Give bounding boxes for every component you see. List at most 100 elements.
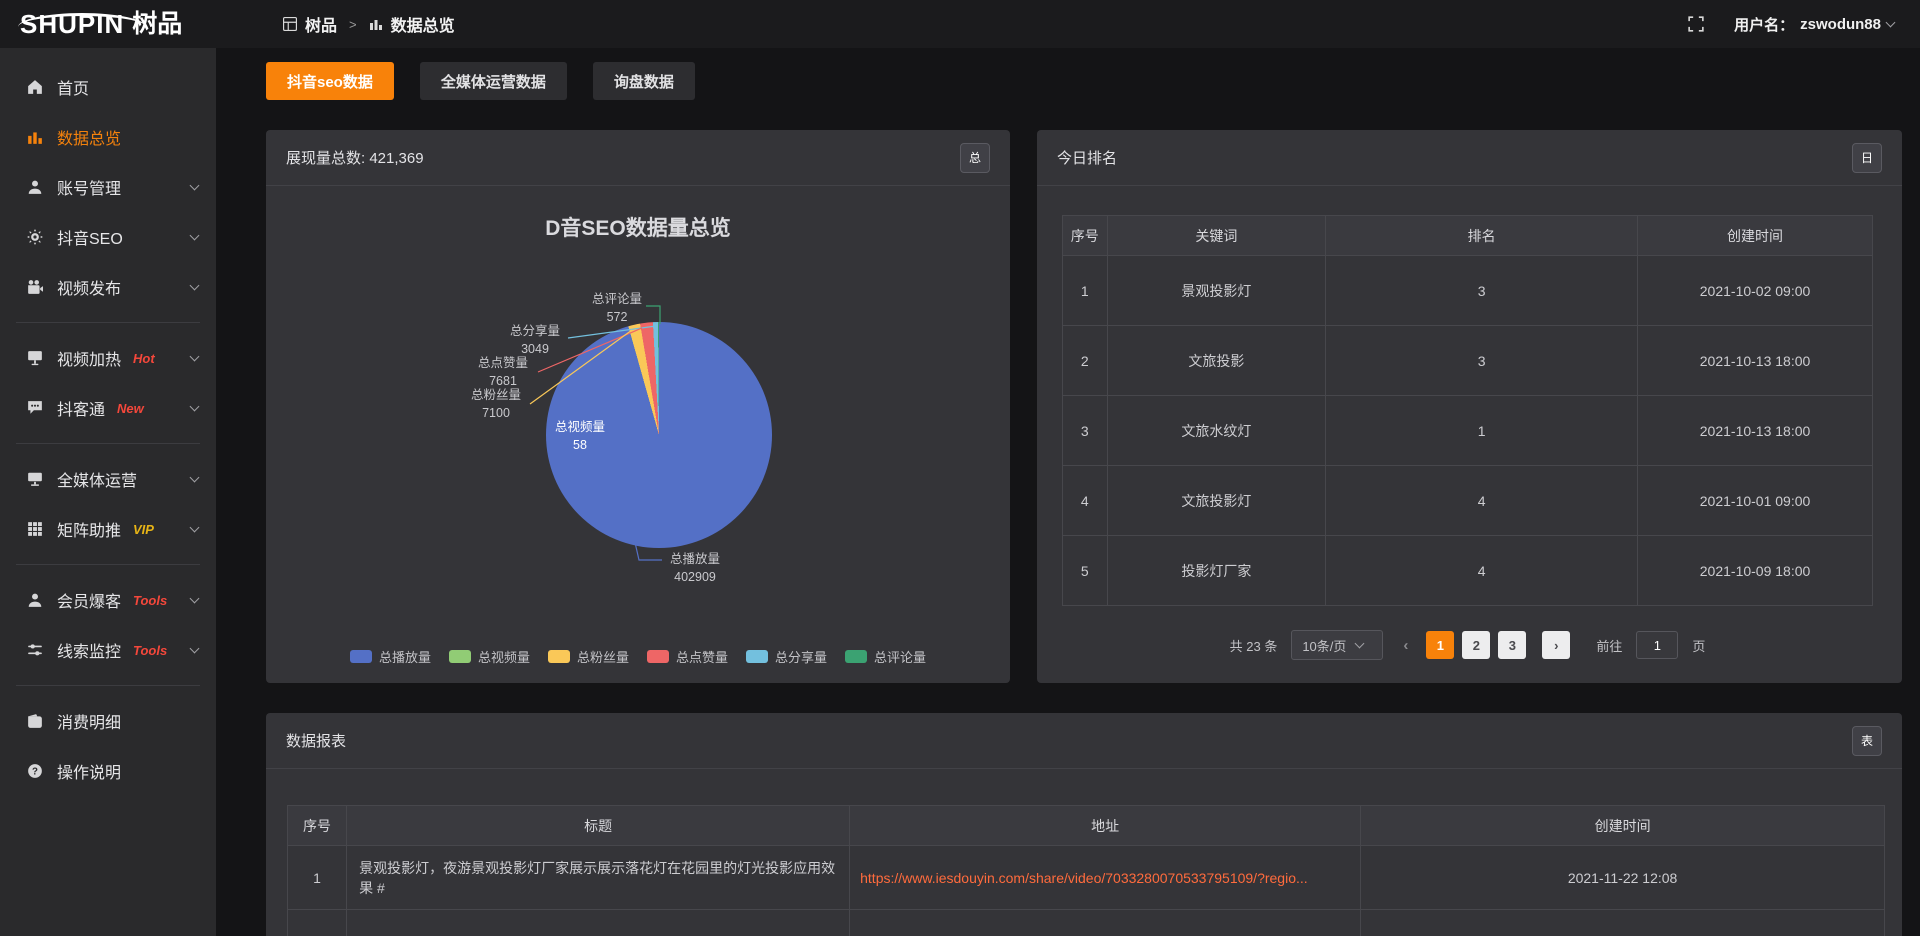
gear-icon <box>27 229 43 245</box>
sidebar-item-member[interactable]: 会员爆客Tools <box>0 575 216 625</box>
table-row[interactable]: 2文旅投影32021-10-13 18:00 <box>1063 326 1873 396</box>
svg-text:?: ? <box>32 766 38 777</box>
pie-label-name: 总粉丝量 <box>451 386 541 404</box>
url-cell: https://www.iesdouyin.com/share/video/70… <box>850 846 1361 910</box>
tab-2[interactable]: 询盘数据 <box>593 62 695 100</box>
sidebar-item-heat[interactable]: 视频加热Hot <box>0 333 216 383</box>
sidebar-item-gear[interactable]: 抖音SEO <box>0 212 216 262</box>
table-row[interactable]: 5投影灯厂家42021-10-09 18:00 <box>1063 536 1873 606</box>
created-time: 2021-11-22 12:08 <box>1361 846 1885 910</box>
page-button-3[interactable]: 3 <box>1498 631 1526 659</box>
chevron-down-icon <box>1355 639 1365 649</box>
chevron-down-icon <box>190 523 200 533</box>
table-cell: 2021-10-02 09:00 <box>1638 256 1873 326</box>
legend-label: 总视频量 <box>478 647 530 666</box>
table-view-button[interactable]: 表 <box>1852 726 1882 756</box>
sidebar-item-label: 数据总览 <box>57 125 121 149</box>
sidebar-item-chat[interactable]: 抖客通 New <box>0 383 216 433</box>
goto-page-input[interactable]: 1 <box>1636 631 1678 659</box>
legend-swatch <box>647 650 669 663</box>
sidebar-item-question[interactable]: ?操作说明 <box>0 746 216 796</box>
table-cell: 1 <box>1326 396 1638 466</box>
day-view-button[interactable]: 日 <box>1852 143 1882 173</box>
legend-item[interactable]: 总分享量 <box>746 647 827 666</box>
next-page-button[interactable]: › <box>1542 631 1570 659</box>
table-cell: 文旅投影灯 <box>1107 466 1326 536</box>
sidebar-item-video[interactable]: 视频发布 <box>0 262 216 312</box>
legend-swatch <box>746 650 768 663</box>
goto-suffix: 页 <box>1692 636 1705 655</box>
breadcrumb-root[interactable]: 树品 <box>305 12 337 36</box>
table-cell <box>288 910 347 936</box>
sidebar-item-chart[interactable]: 数据总览 <box>0 112 216 162</box>
legend-item[interactable]: 总点赞量 <box>647 647 728 666</box>
impressions-total: 展现量总数: 421,369 <box>286 147 424 168</box>
table-row[interactable]: 1景观投影灯，夜游景观投影灯厂家展示展示落花灯在花园里的灯光投影应用效果 #ht… <box>288 846 1885 910</box>
chevron-down-icon <box>190 402 200 412</box>
prev-page-button[interactable]: ‹ <box>1397 637 1414 654</box>
table-cell: 2021-10-01 09:00 <box>1638 466 1873 536</box>
chart-legend: 总播放量 总视频量总粉丝量 总点赞量总分享量总评论量 <box>266 647 1010 666</box>
wallet-icon <box>27 713 43 729</box>
total-view-button[interactable]: 总 <box>960 143 990 173</box>
legend-item[interactable]: 总评论量 <box>845 647 926 666</box>
chevron-down-icon <box>190 352 200 362</box>
legend-item[interactable]: 总粉丝量 <box>548 647 629 666</box>
chart-panel-header: 展现量总数: 421,369 总 <box>266 130 1010 186</box>
page-button-2[interactable]: 2 <box>1462 631 1490 659</box>
sidebar-item-label: 抖客通 <box>57 396 105 420</box>
table-cell <box>347 910 850 936</box>
sidebar-item-monitor[interactable]: 全媒体运营 <box>0 454 216 504</box>
data-tabs: 抖音seo数据全媒体运营数据询盘数据 <box>266 62 695 100</box>
fullscreen-icon[interactable] <box>1688 16 1704 32</box>
sidebar-item-label: 账号管理 <box>57 175 121 199</box>
sidebar-item-home[interactable]: 首页 <box>0 62 216 112</box>
tab-1[interactable]: 全媒体运营数据 <box>420 62 567 100</box>
pie-label-plays: 总播放量 402909 <box>655 550 735 586</box>
sidebar-item-wallet[interactable]: 消费明细 <box>0 696 216 746</box>
pie-label-videos: 总视频量 58 <box>535 418 625 454</box>
table-cell: 2021-10-13 18:00 <box>1638 396 1873 466</box>
table-cell <box>1361 910 1885 936</box>
username-label: 用户名： <box>1734 14 1794 35</box>
app-logo[interactable]: SHUPIN 树品 <box>0 11 216 37</box>
legend-item[interactable]: 总播放量 <box>350 647 431 666</box>
legend-label: 总点赞量 <box>676 647 728 666</box>
page-button-1[interactable]: 1 <box>1426 631 1454 659</box>
sidebar-item-badge: New <box>117 401 144 416</box>
sidebar-divider <box>16 322 200 323</box>
table-cell: 5 <box>1063 536 1108 606</box>
page-size-select[interactable]: 10条/页 <box>1291 630 1383 660</box>
dashboard-icon <box>283 17 297 31</box>
ranking-panel-header: 今日排名 日 <box>1037 130 1902 186</box>
video-icon <box>27 279 43 295</box>
table-cell <box>850 910 1361 936</box>
report-panel-header: 数据报表 表 <box>266 713 1902 769</box>
pie-label-name: 总评论量 <box>572 290 662 308</box>
table-row[interactable]: 4文旅投影灯42021-10-01 09:00 <box>1063 466 1873 536</box>
video-link[interactable]: https://www.iesdouyin.com/share/video/70… <box>860 870 1308 886</box>
table-cell: 2 <box>1063 326 1108 396</box>
column-header: 排名 <box>1326 216 1638 256</box>
sidebar-item-sliders[interactable]: 线索监控Tools <box>0 625 216 675</box>
table-row-partial <box>288 910 1885 936</box>
sidebar-item-grid[interactable]: 矩阵助推VIP <box>0 504 216 554</box>
tab-0[interactable]: 抖音seo数据 <box>266 62 394 100</box>
sidebar-item-label: 会员爆客 <box>57 588 121 612</box>
question-icon: ? <box>27 763 43 779</box>
sidebar-item-label: 线索监控 <box>57 638 121 662</box>
header-right: 用户名： zswodun88 <box>1688 14 1920 35</box>
main-content: 抖音seo数据全媒体运营数据询盘数据 展现量总数: 421,369 总 D音SE… <box>216 48 1920 936</box>
user-icon <box>27 179 43 195</box>
pie-label-shares: 总分享量 3049 <box>490 322 580 358</box>
table-row[interactable]: 3文旅水纹灯12021-10-13 18:00 <box>1063 396 1873 466</box>
sidebar-divider <box>16 443 200 444</box>
table-row[interactable]: 1景观投影灯32021-10-02 09:00 <box>1063 256 1873 326</box>
grid-icon <box>27 521 43 537</box>
sidebar-divider <box>16 685 200 686</box>
sidebar-item-user[interactable]: 账号管理 <box>0 162 216 212</box>
user-menu[interactable]: 用户名： zswodun88 <box>1734 14 1894 35</box>
legend-item[interactable]: 总视频量 <box>449 647 530 666</box>
ranking-title: 今日排名 <box>1057 147 1117 168</box>
legend-label: 总播放量 <box>379 647 431 666</box>
